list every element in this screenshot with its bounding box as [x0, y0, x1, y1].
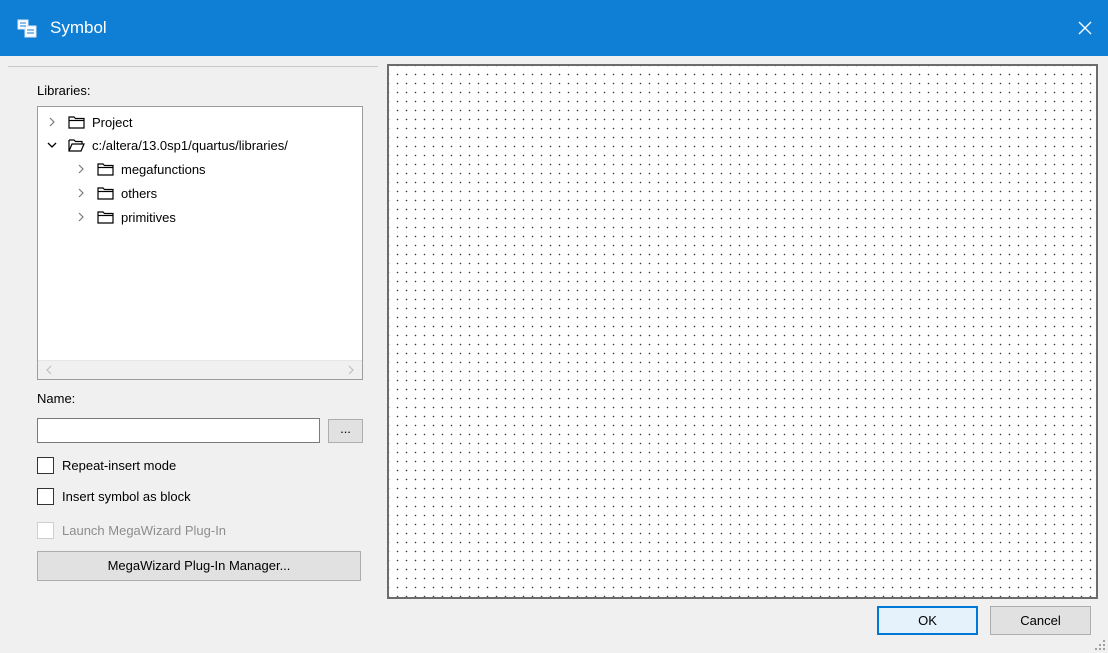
symbol-preview-canvas — [387, 64, 1098, 599]
tree-item-label: others — [121, 185, 158, 201]
tree-item-label: c:/altera/13.0sp1/quartus/libraries/ — [92, 137, 288, 153]
launch-megawizard-checkbox-row: Launch MegaWizard Plug-In — [37, 521, 226, 539]
browse-button[interactable]: ... — [328, 419, 363, 443]
scroll-left-icon[interactable] — [43, 364, 55, 376]
libraries-label: Libraries: — [37, 83, 91, 98]
repeat-insert-checkbox[interactable] — [37, 456, 54, 474]
close-icon — [1078, 21, 1092, 35]
chevron-down-icon[interactable] — [46, 139, 58, 151]
libraries-tree[interactable]: Project c:/altera/13.0sp1/quartus/librar… — [37, 106, 363, 380]
close-button[interactable] — [1062, 0, 1108, 56]
tree-item-others[interactable]: others — [75, 182, 157, 204]
name-input[interactable] — [37, 418, 320, 443]
tree-item-label: megafunctions — [121, 161, 206, 177]
folder-closed-icon — [97, 211, 114, 224]
launch-megawizard-label: Launch MegaWizard Plug-In — [62, 522, 227, 538]
title-bar: Symbol — [0, 0, 1108, 56]
tree-item-megafunctions[interactable]: megafunctions — [75, 158, 206, 180]
resize-grip-icon[interactable] — [1094, 639, 1106, 651]
window-title: Symbol — [50, 18, 107, 37]
tree-item-primitives[interactable]: primitives — [75, 206, 176, 228]
folder-closed-icon — [68, 116, 85, 129]
chevron-right-icon[interactable] — [46, 116, 58, 128]
horizontal-scrollbar[interactable] — [38, 360, 362, 379]
repeat-insert-label[interactable]: Repeat-insert mode — [62, 458, 176, 473]
cancel-button[interactable]: Cancel — [990, 606, 1091, 635]
launch-megawizard-checkbox — [37, 521, 54, 539]
chevron-right-icon[interactable] — [75, 187, 87, 199]
folder-open-icon — [68, 139, 85, 152]
scroll-right-icon[interactable] — [345, 364, 357, 376]
tree-item-label: primitives — [121, 209, 176, 225]
chevron-right-icon[interactable] — [75, 211, 87, 223]
chevron-right-icon[interactable] — [75, 163, 87, 175]
insert-as-block-label[interactable]: Insert symbol as block — [62, 489, 191, 504]
repeat-insert-checkbox-row[interactable]: Repeat-insert mode — [37, 456, 176, 474]
tree-item-project[interactable]: Project — [46, 111, 132, 133]
insert-as-block-checkbox-row[interactable]: Insert symbol as block — [37, 487, 191, 505]
name-label: Name: — [37, 391, 76, 406]
megawizard-manager-button[interactable]: MegaWizard Plug-In Manager... — [37, 551, 361, 581]
insert-as-block-checkbox[interactable] — [37, 487, 54, 505]
left-panel-divider — [8, 66, 378, 67]
folder-closed-icon — [97, 187, 114, 200]
symbol-app-icon — [17, 19, 37, 38]
tree-item-quartus-libraries[interactable]: c:/altera/13.0sp1/quartus/libraries/ — [46, 134, 288, 156]
folder-closed-icon — [97, 163, 114, 176]
ok-button[interactable]: OK — [877, 606, 978, 635]
tree-item-label: Project — [92, 114, 133, 130]
